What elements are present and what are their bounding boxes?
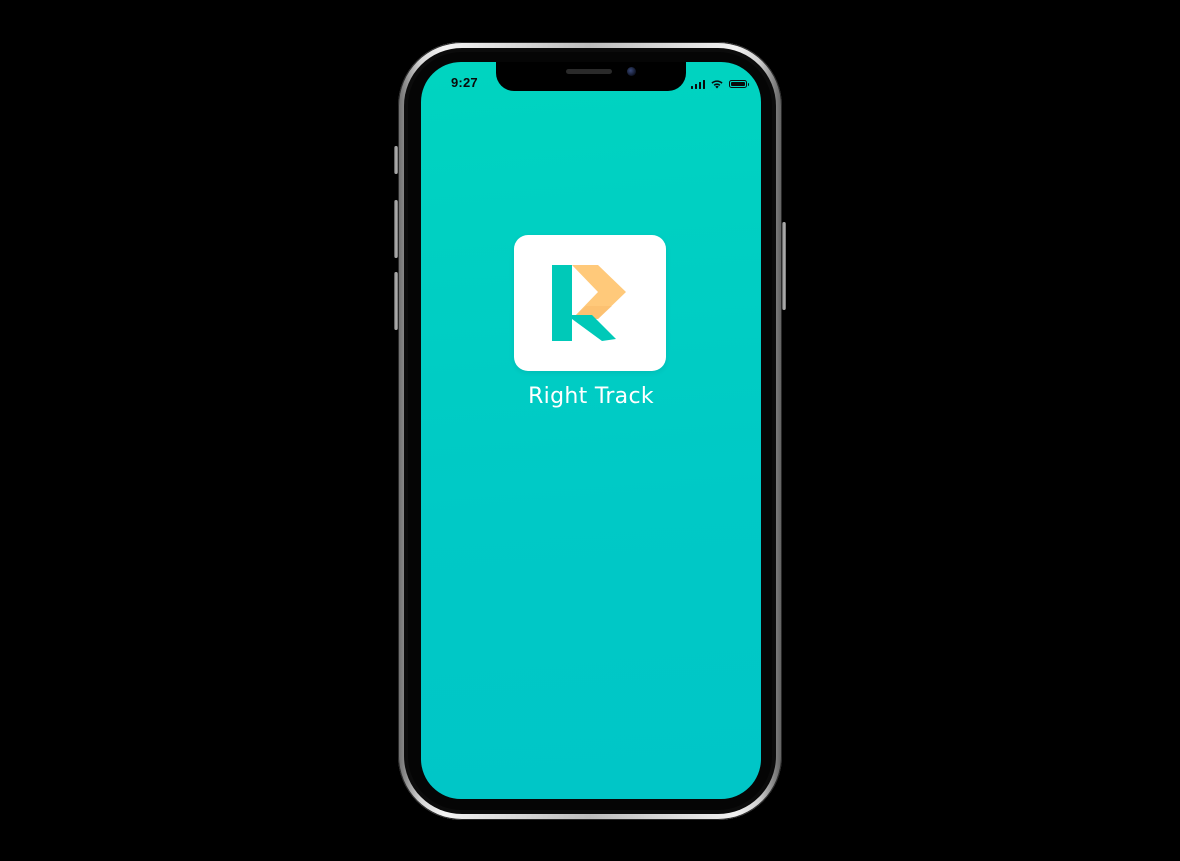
splash-screen: 9:27 Right Track [421,62,761,799]
battery-icon [729,80,749,88]
app-name-label: Right Track [528,384,654,409]
status-icons [690,78,749,90]
wifi-icon [711,80,723,89]
earpiece-speaker [566,69,612,74]
status-time: 9:27 [451,75,478,90]
power-button [782,222,786,310]
background-stage: 9:27 Right Track [0,0,1180,861]
notch [496,62,686,91]
right-track-logo [552,265,626,341]
cellular-signal-icon [690,79,705,89]
front-camera [627,67,636,76]
app-icon[interactable] [514,235,666,371]
